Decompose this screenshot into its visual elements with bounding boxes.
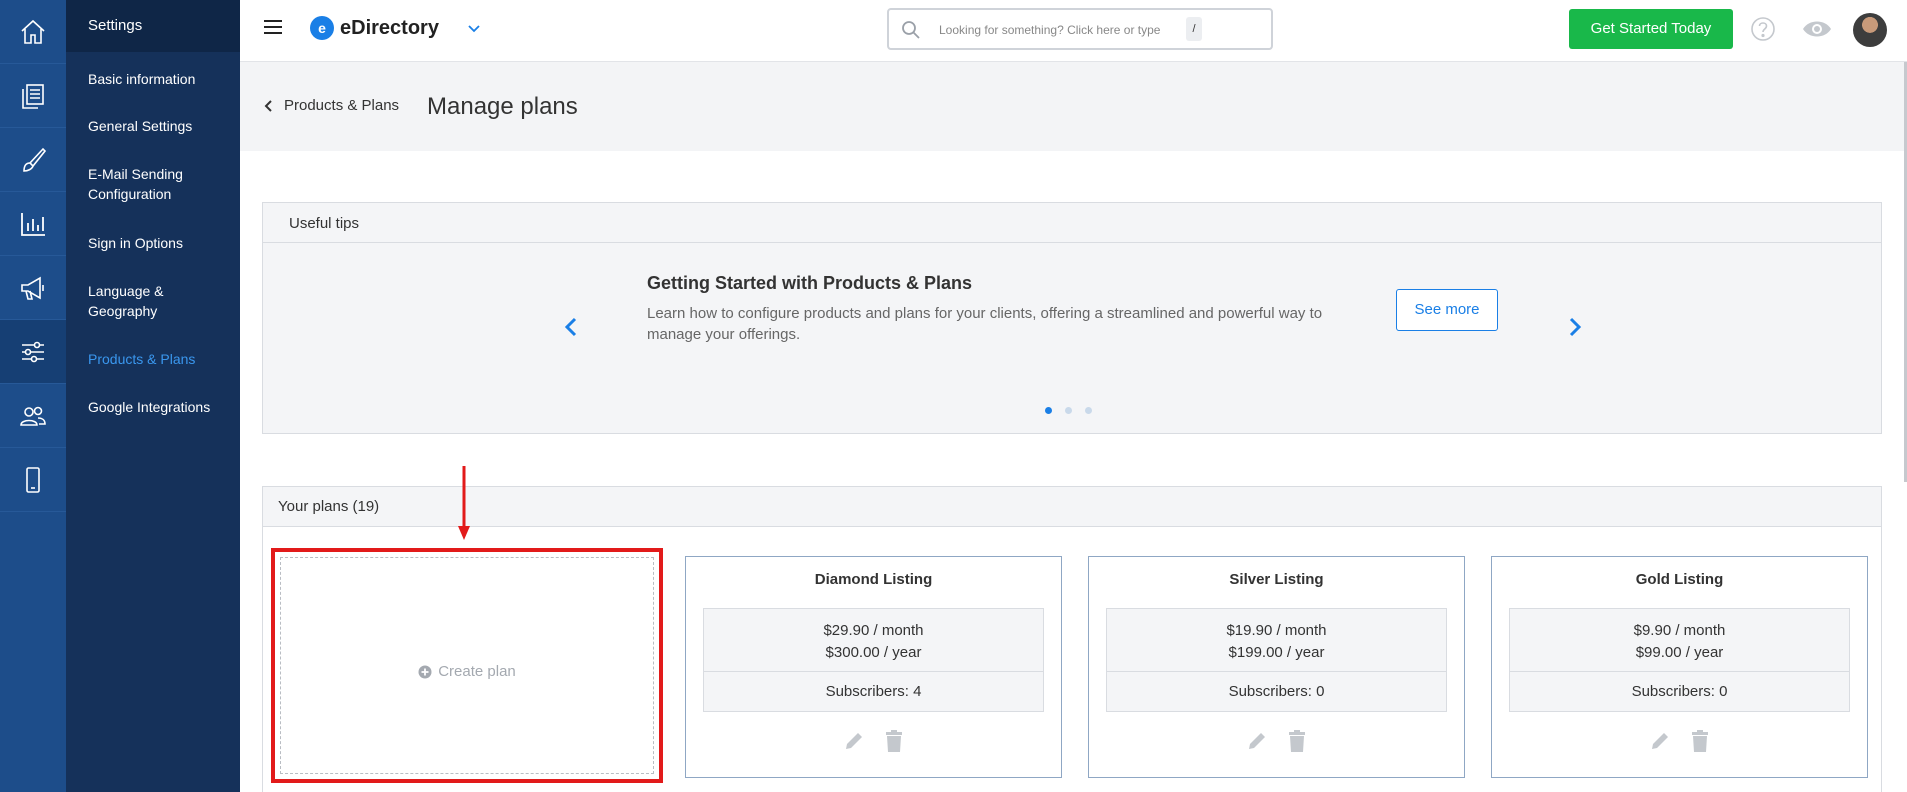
avatar[interactable] xyxy=(1853,13,1887,47)
plan-name: Gold Listing xyxy=(1635,571,1724,588)
hamburger-line xyxy=(264,26,282,28)
plus-circle-icon xyxy=(418,665,432,678)
plan-monthly-price: $29.90 / month xyxy=(823,622,924,639)
edit-pencil-icon[interactable] xyxy=(1245,729,1269,753)
rail-settings[interactable] xyxy=(0,320,66,384)
carousel-dots xyxy=(1045,407,1105,414)
create-plan-label-row: Create plan xyxy=(281,663,653,680)
hamburger-icon xyxy=(264,20,282,22)
plan-prices: $29.90 / month $300.00 / year xyxy=(703,608,1044,672)
users-icon xyxy=(20,406,46,426)
pages-icon xyxy=(22,83,44,109)
menu-item-email-sending[interactable]: E-Mail Sending Configuration xyxy=(66,164,240,204)
edit-pencil-icon[interactable] xyxy=(842,729,866,753)
chevron-down-icon xyxy=(468,25,480,33)
plan-card-silver: Silver Listing $19.90 / month $199.00 / … xyxy=(1088,556,1465,778)
breadcrumb-back-link[interactable]: Products & Plans xyxy=(264,97,399,114)
help-icon[interactable] xyxy=(1750,16,1776,42)
plan-prices: $9.90 / month $99.00 / year xyxy=(1509,608,1850,672)
plan-subscribers: Subscribers: 4 xyxy=(703,671,1044,712)
edit-pencil-icon[interactable] xyxy=(1648,729,1672,753)
carousel-prev-button[interactable] xyxy=(561,315,581,339)
search-icon xyxy=(902,21,920,39)
menu-toggle-button[interactable] xyxy=(264,20,282,34)
plan-actions xyxy=(686,729,1061,753)
settings-menu-title: Settings xyxy=(66,0,240,52)
plan-yearly-price: $199.00 / year xyxy=(1228,644,1325,661)
search-placeholder: Looking for something? Click here or typ… xyxy=(939,23,1161,37)
plan-subscribers: Subscribers: 0 xyxy=(1106,671,1447,712)
tip-description: Learn how to configure products and plan… xyxy=(647,305,1323,343)
menu-item-sign-in-options[interactable]: Sign in Options xyxy=(66,233,240,253)
plan-name: Silver Listing xyxy=(1229,571,1324,588)
top-bar: e eDirectory Looking for something? Clic… xyxy=(240,0,1907,62)
site-switcher[interactable]: e eDirectory xyxy=(310,16,481,40)
useful-tips-panel: Useful tips Getting Started with Product… xyxy=(262,202,1882,434)
plan-card-diamond: Diamond Listing $29.90 / month $300.00 /… xyxy=(685,556,1062,778)
menu-item-general-settings[interactable]: General Settings xyxy=(66,116,240,136)
page-title: Manage plans xyxy=(427,93,578,120)
plan-actions xyxy=(1492,729,1867,753)
rail-design[interactable] xyxy=(0,128,66,192)
menu-item-basic-information[interactable]: Basic information xyxy=(66,69,240,89)
plan-actions xyxy=(1089,729,1464,753)
create-plan-label: Create plan xyxy=(438,663,516,680)
plan-prices: $19.90 / month $199.00 / year xyxy=(1106,608,1447,672)
tip-title: Getting Started with Products & Plans xyxy=(647,273,973,293)
chart-icon xyxy=(21,212,45,236)
search-input[interactable]: Looking for something? Click here or typ… xyxy=(887,8,1273,50)
rail-users[interactable] xyxy=(0,384,66,448)
trash-icon[interactable] xyxy=(1688,729,1712,753)
home-icon xyxy=(21,19,45,44)
create-plan-dropzone: Create plan xyxy=(280,557,654,774)
chevron-left-icon xyxy=(264,99,272,112)
sliders-icon xyxy=(22,341,44,362)
rail-mobile[interactable] xyxy=(0,448,66,512)
rail-promote[interactable] xyxy=(0,256,66,320)
red-arrow-annotation xyxy=(458,466,470,540)
plan-card-gold: Gold Listing $9.90 / month $99.00 / year… xyxy=(1491,556,1868,778)
search-shortcut-key: / xyxy=(1186,17,1202,41)
plan-yearly-price: $99.00 / year xyxy=(1635,644,1724,661)
settings-menu: Settings Basic information General Setti… xyxy=(66,0,240,792)
icon-rail xyxy=(0,0,66,792)
carousel-dot-3[interactable] xyxy=(1085,407,1092,414)
brand-name: eDirectory xyxy=(340,16,439,39)
breadcrumb-label: Products & Plans xyxy=(284,97,400,114)
rail-reports[interactable] xyxy=(0,192,66,256)
brand-logo: e xyxy=(310,16,334,40)
rail-home[interactable] xyxy=(0,0,66,64)
your-plans-panel: Your plans (19) Create plan Diamond List… xyxy=(262,486,1882,792)
mobile-icon xyxy=(26,466,40,493)
menu-item-products-plans[interactable]: Products & Plans xyxy=(66,349,240,369)
trash-icon[interactable] xyxy=(882,729,906,753)
useful-tips-header: Useful tips xyxy=(263,203,1881,243)
menu-item-google-integrations[interactable]: Google Integrations xyxy=(66,397,240,417)
megaphone-icon xyxy=(21,276,44,300)
rail-pages[interactable] xyxy=(0,64,66,128)
create-plan-button[interactable]: Create plan xyxy=(271,548,663,783)
plan-monthly-price: $9.90 / month xyxy=(1633,622,1726,639)
get-started-button[interactable]: Get Started Today xyxy=(1569,9,1733,49)
trash-icon[interactable] xyxy=(1285,729,1309,753)
page-header: Products & Plans Manage plans xyxy=(240,63,1907,151)
plan-subscribers: Subscribers: 0 xyxy=(1509,671,1850,712)
plan-yearly-price: $300.00 / year xyxy=(825,644,922,661)
plan-name: Diamond Listing xyxy=(814,571,933,588)
eye-icon[interactable] xyxy=(1802,17,1832,41)
hamburger-line xyxy=(264,32,282,34)
carousel-dot-2[interactable] xyxy=(1065,407,1072,414)
carousel-dot-1[interactable] xyxy=(1045,407,1052,414)
carousel-next-button[interactable] xyxy=(1565,315,1585,339)
your-plans-header: Your plans (19) xyxy=(263,487,1881,527)
main-content: Useful tips Getting Started with Product… xyxy=(240,151,1907,792)
plan-monthly-price: $19.90 / month xyxy=(1226,622,1327,639)
brush-icon xyxy=(23,147,47,172)
menu-item-language-geography[interactable]: Language & Geography xyxy=(66,281,240,321)
see-more-button[interactable]: See more xyxy=(1396,289,1498,331)
